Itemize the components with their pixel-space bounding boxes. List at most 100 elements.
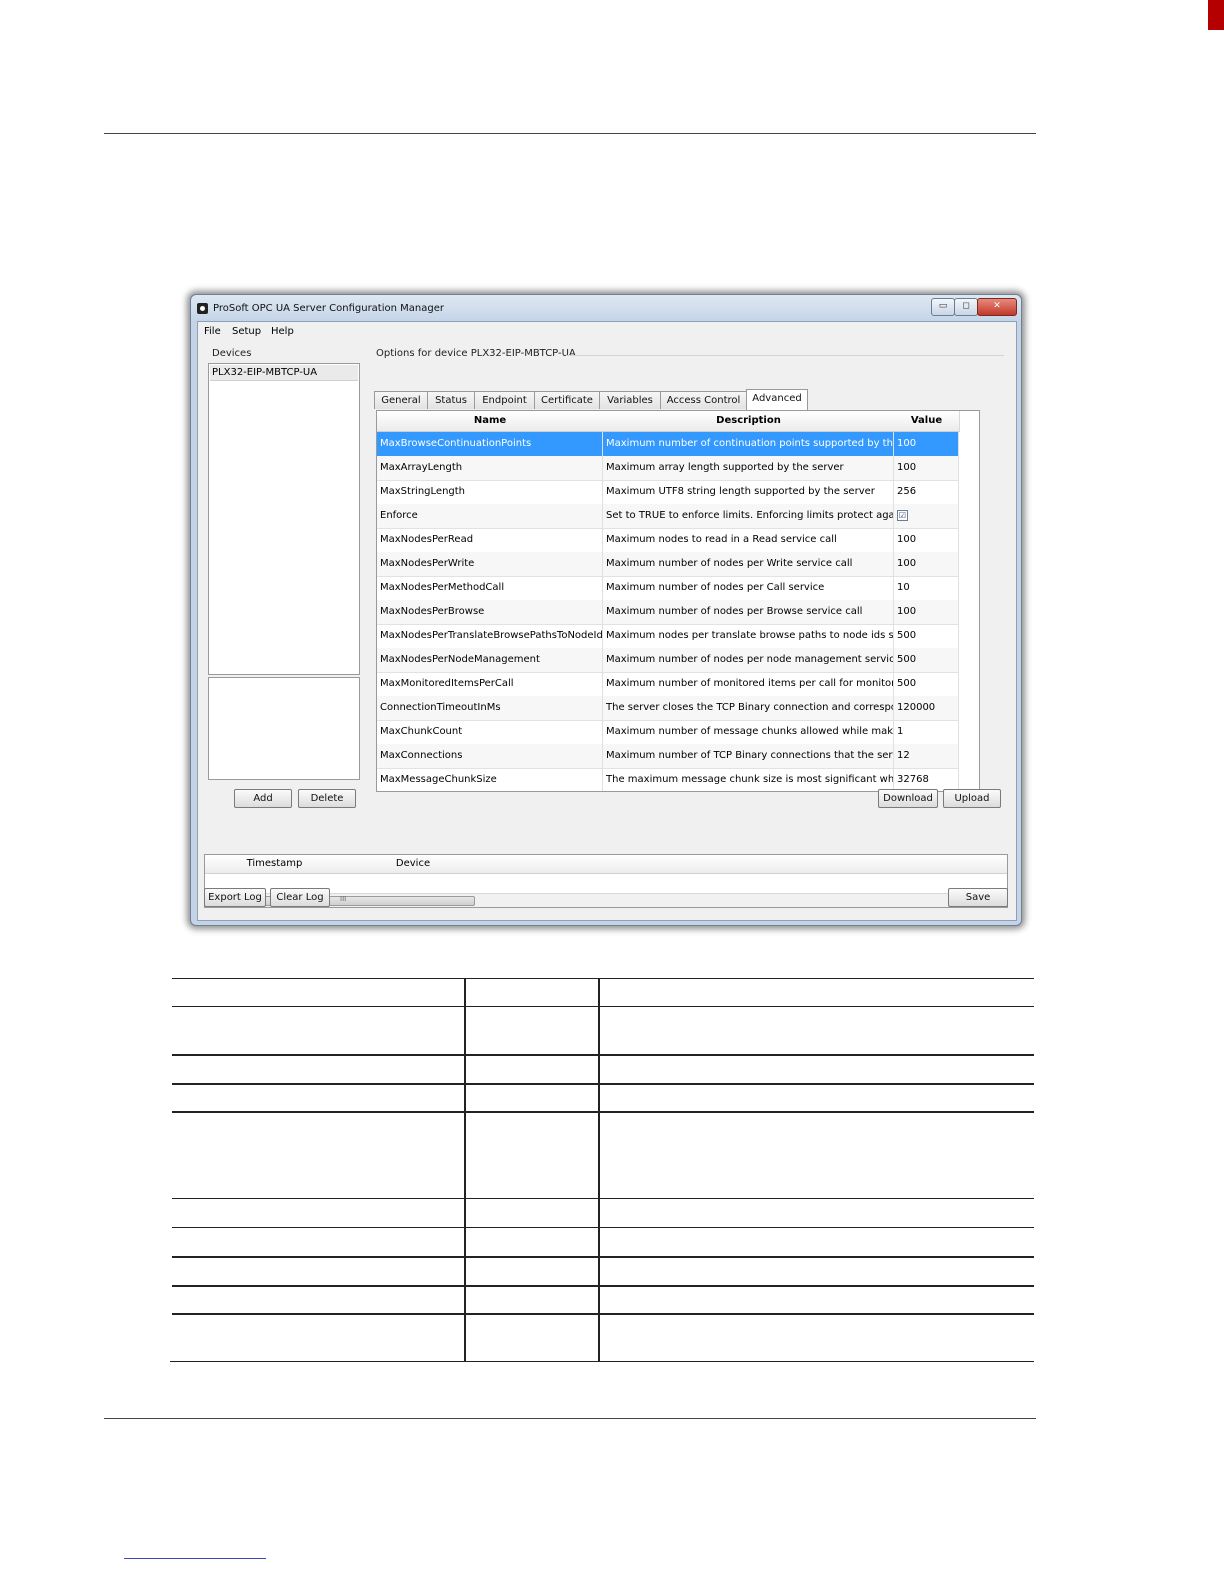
upload-button[interactable]: Upload xyxy=(943,789,1001,808)
table-rule xyxy=(172,1256,1034,1258)
table-row[interactable]: MaxStringLength Maximum UTF8 string lengt… xyxy=(377,480,959,505)
cell-value[interactable]: 100 xyxy=(894,528,959,552)
tab-certificate[interactable]: Certificate xyxy=(534,391,600,409)
cell-description: The maximum message chunk size is most s… xyxy=(603,768,894,791)
title-bar[interactable]: ProSoft OPC UA Server Configuration Mana… xyxy=(191,295,1021,321)
table-row[interactable]: MaxMonitoredItemsPerCall Maximum number o… xyxy=(377,672,959,697)
header-rule xyxy=(104,133,1036,134)
cell-name: Enforce xyxy=(377,504,603,528)
table-rule xyxy=(172,1198,1034,1199)
column-header-name[interactable]: Name xyxy=(377,411,604,432)
table-row[interactable]: MaxMessageChunkSize The maximum message c… xyxy=(377,768,959,791)
table-row[interactable]: MaxConnections Maximum number of TCP Bina… xyxy=(377,744,959,769)
cell-description: Maximum number of nodes per Call service xyxy=(603,576,894,600)
table-row[interactable]: MaxNodesPerRead Maximum nodes to read in … xyxy=(377,528,959,553)
close-icon[interactable]: ✕ xyxy=(977,298,1017,316)
tab-variables[interactable]: Variables xyxy=(599,391,661,409)
table-rule xyxy=(172,1006,1034,1007)
cell-name: MaxNodesPerBrowse xyxy=(377,600,603,624)
table-row[interactable]: MaxChunkCount Maximum number of message c… xyxy=(377,720,959,745)
menu-help[interactable]: Help xyxy=(271,326,294,337)
table-row[interactable]: ConnectionTimeoutInMs The server closes t… xyxy=(377,696,959,721)
tab-status[interactable]: Status xyxy=(427,391,475,409)
table-row[interactable]: Enforce Set to TRUE to enforce limits. En… xyxy=(377,504,959,529)
table-rule xyxy=(172,1285,1034,1287)
cell-name: MaxNodesPerTranslateBrowsePathsToNodeIds xyxy=(377,624,603,648)
cell-name: ConnectionTimeoutInMs xyxy=(377,696,603,720)
log-column-timestamp[interactable]: Timestamp xyxy=(205,855,345,874)
cell-value[interactable]: 1 xyxy=(894,720,959,744)
group-rule xyxy=(566,355,1004,356)
window-client: File Setup Help Devices PLX32-EIP-MBTCP-… xyxy=(197,321,1017,921)
device-detail-pane xyxy=(208,677,360,780)
column-header-value[interactable]: Value xyxy=(894,411,960,432)
cell-description: Maximum number of TCP Binary connections… xyxy=(603,744,894,768)
footer-link-underline[interactable] xyxy=(124,1558,266,1559)
save-button[interactable]: Save xyxy=(948,888,1008,907)
cell-description: Set to TRUE to enforce limits. Enforcing… xyxy=(603,504,894,528)
table-row[interactable]: MaxBrowseContinuationPoints Maximum numbe… xyxy=(377,432,959,457)
table-column-divider xyxy=(598,978,600,1362)
column-header-description[interactable]: Description xyxy=(603,411,895,432)
table-row[interactable]: MaxNodesPerWrite Maximum number of nodes … xyxy=(377,552,959,577)
cell-value[interactable]: 256 xyxy=(894,480,959,504)
table-rule xyxy=(172,1054,1034,1056)
cell-value[interactable]: ☑ xyxy=(894,504,959,528)
cell-description: Maximum UTF8 string length supported by … xyxy=(603,480,894,504)
cell-name: MaxChunkCount xyxy=(377,720,603,744)
cell-name: MaxArrayLength xyxy=(377,456,603,480)
cell-value[interactable]: 100 xyxy=(894,432,959,456)
cell-description: Maximum nodes to read in a Read service … xyxy=(603,528,894,552)
table-row[interactable]: MaxNodesPerMethodCall Maximum number of n… xyxy=(377,576,959,601)
cell-name: MaxNodesPerMethodCall xyxy=(377,576,603,600)
cell-description: The server closes the TCP Binary connect… xyxy=(603,696,894,720)
cell-value[interactable]: 120000 xyxy=(894,696,959,720)
menu-bar: File Setup Help xyxy=(198,322,1016,340)
footer-rule xyxy=(104,1418,1036,1419)
tab-access-control[interactable]: Access Control xyxy=(660,391,747,409)
tab-advanced[interactable]: Advanced xyxy=(746,389,808,410)
maximize-icon[interactable]: ◻ xyxy=(954,298,978,316)
cell-value[interactable]: 500 xyxy=(894,672,959,696)
log-column-device[interactable]: Device xyxy=(344,855,483,874)
cell-description: Maximum number of continuation points su… xyxy=(603,432,894,456)
clear-log-button[interactable]: Clear Log xyxy=(270,888,330,907)
cell-value[interactable]: 500 xyxy=(894,624,959,648)
cell-name: MaxNodesPerNodeManagement xyxy=(377,648,603,672)
menu-setup[interactable]: Setup xyxy=(232,326,261,337)
cell-description: Maximum number of nodes per node managem… xyxy=(603,648,894,672)
cell-description: Maximum number of nodes per Browse servi… xyxy=(603,600,894,624)
delete-button[interactable]: Delete xyxy=(298,789,356,808)
export-log-button[interactable]: Export Log xyxy=(204,888,266,907)
cell-value[interactable]: 100 xyxy=(894,600,959,624)
table-row[interactable]: MaxNodesPerNodeManagement Maximum number … xyxy=(377,648,959,673)
window-title: ProSoft OPC UA Server Configuration Mana… xyxy=(213,303,444,314)
cell-value[interactable]: 100 xyxy=(894,456,959,480)
enforce-checkbox[interactable]: ☑ xyxy=(897,509,908,521)
cell-name: MaxNodesPerRead xyxy=(377,528,603,552)
device-list-item[interactable]: PLX32-EIP-MBTCP-UA xyxy=(210,365,358,381)
cell-value[interactable]: 500 xyxy=(894,648,959,672)
add-button[interactable]: Add xyxy=(234,789,292,808)
table-row[interactable]: MaxNodesPerBrowse Maximum number of nodes… xyxy=(377,600,959,625)
log-column-filler xyxy=(482,855,1007,874)
table-row[interactable]: MaxArrayLength Maximum array length suppo… xyxy=(377,456,959,481)
table-rule xyxy=(172,1111,1034,1113)
cell-description: Maximum nodes per translate browse paths… xyxy=(603,624,894,648)
table-rule xyxy=(170,1361,1034,1362)
download-button[interactable]: Download xyxy=(878,789,938,808)
tab-general[interactable]: General xyxy=(374,391,428,409)
table-row[interactable]: MaxNodesPerTranslateBrowsePathsToNodeIds… xyxy=(377,624,959,649)
tab-endpoint[interactable]: Endpoint xyxy=(474,391,535,409)
table-column-divider xyxy=(464,978,466,1362)
menu-file[interactable]: File xyxy=(204,326,221,337)
cell-value[interactable]: 10 xyxy=(894,576,959,600)
cell-value[interactable]: 12 xyxy=(894,744,959,768)
cell-value[interactable]: 100 xyxy=(894,552,959,576)
app-window: ProSoft OPC UA Server Configuration Mana… xyxy=(190,294,1022,926)
minimize-icon[interactable]: ▭ xyxy=(931,298,955,316)
cell-description: Maximum number of nodes per Write servic… xyxy=(603,552,894,576)
cell-name: MaxBrowseContinuationPoints xyxy=(377,432,603,456)
thumb-grip: III xyxy=(340,895,347,903)
device-list[interactable]: PLX32-EIP-MBTCP-UA xyxy=(208,363,360,675)
